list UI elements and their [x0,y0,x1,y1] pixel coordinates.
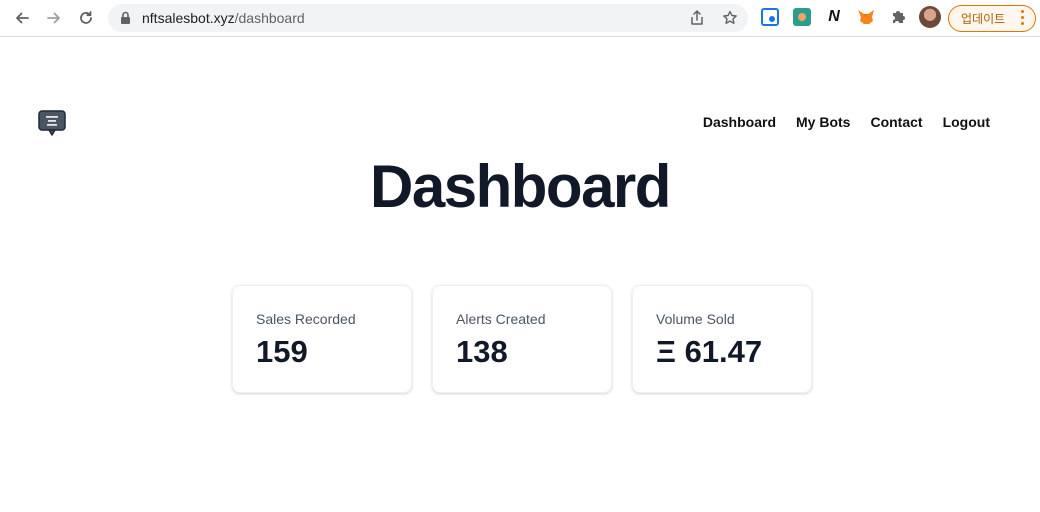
nav-link-logout[interactable]: Logout [943,114,990,130]
bird-extension-icon[interactable] [793,8,811,26]
update-button[interactable]: 업데이트 [948,5,1036,32]
nav-link-contact[interactable]: Contact [870,114,922,130]
notion-extension-icon[interactable]: N [825,8,843,26]
back-icon[interactable] [10,6,34,30]
url-path: /dashboard [234,10,305,26]
more-menu-icon[interactable] [1021,10,1025,25]
stat-card-alerts-created: Alerts Created 138 [432,285,612,393]
url-host: nftsalesbot.xyz [142,10,235,26]
stat-card-sales-recorded: Sales Recorded 159 [232,285,412,393]
url-text: nftsalesbot.xyz/dashboard [142,10,305,26]
main-nav: Dashboard My Bots Contact Logout [703,114,990,130]
extensions-puzzle-icon[interactable] [889,8,907,26]
nav-link-dashboard[interactable]: Dashboard [703,114,776,130]
stat-card-volume-sold: Volume Sold Ξ 61.47 [632,285,812,393]
profile-avatar[interactable] [919,6,941,28]
stat-value: 159 [256,334,308,369]
forward-icon[interactable] [42,6,66,30]
chat-bubble-logo-icon[interactable] [38,110,66,136]
metamask-fox-icon[interactable] [857,8,875,26]
stats-cards: Sales Recorded 159 Alerts Created 138 Vo… [232,285,812,393]
stat-label: Volume Sold [656,311,735,327]
bookmark-star-icon[interactable] [721,9,739,27]
share-icon[interactable] [688,9,706,27]
address-bar[interactable]: nftsalesbot.xyz/dashboard [108,4,748,32]
nav-link-my-bots[interactable]: My Bots [796,114,850,130]
stat-value: Ξ 61.47 [656,334,763,369]
stat-label: Sales Recorded [256,311,356,327]
lock-icon [120,11,131,30]
update-button-label: 업데이트 [961,12,1006,26]
screen-capture-extension-icon[interactable] [761,8,779,26]
reload-icon[interactable] [74,6,98,30]
stat-label: Alerts Created [456,311,546,327]
stat-value: 138 [456,334,508,369]
browser-toolbar: nftsalesbot.xyz/dashboard N 업데이트 [0,0,1040,37]
page-title: Dashboard [370,153,671,220]
